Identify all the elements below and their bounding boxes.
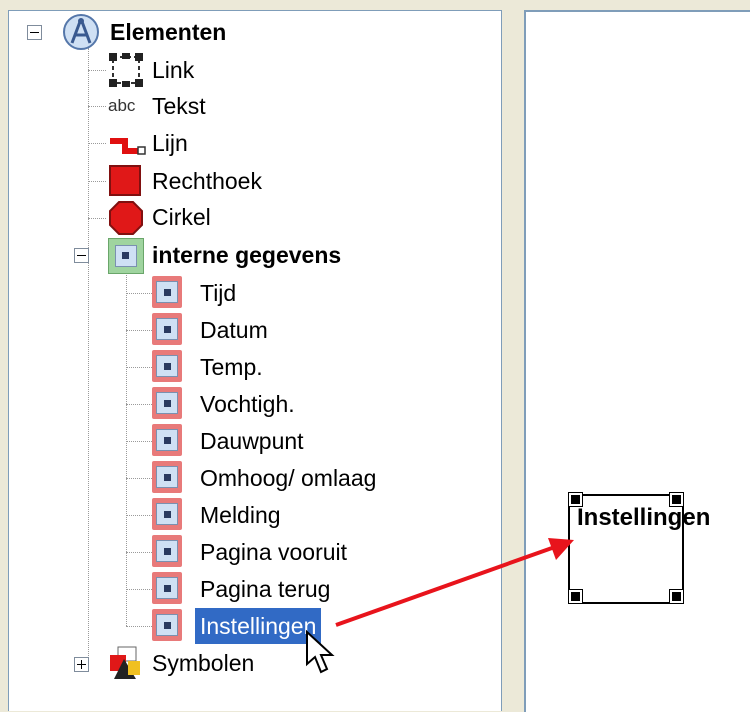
data-value-icon (152, 572, 182, 604)
design-canvas[interactable] (524, 10, 750, 712)
rectangle-icon (109, 165, 141, 196)
tree-item-cirkel[interactable]: Cirkel (152, 199, 211, 235)
tree-item-instellingen[interactable]: Instellingen (195, 608, 322, 644)
tree-item-link[interactable]: Link (152, 52, 194, 88)
tree-item-pagina-vooruit[interactable]: Pagina vooruit (200, 534, 347, 570)
collapse-root-icon[interactable] (27, 25, 42, 40)
tree-item-tijd[interactable]: Tijd (200, 275, 236, 311)
data-group-icon (108, 238, 144, 274)
tree-line (126, 270, 127, 626)
data-value-icon (152, 313, 182, 345)
data-value-icon (152, 498, 182, 530)
tree-group-interne-gegevens[interactable]: interne gegevens (152, 237, 341, 273)
tree-item-lijn[interactable]: Lijn (152, 125, 188, 161)
tree-line (88, 181, 106, 182)
data-value-icon (152, 461, 182, 493)
tree-line (126, 515, 152, 516)
tree-line (126, 626, 152, 627)
tree-line (126, 589, 152, 590)
line-icon (110, 138, 146, 155)
tree-line (88, 218, 89, 668)
tree-item-pagina-terug[interactable]: Pagina terug (200, 571, 330, 607)
text-abc-icon: abc (108, 96, 136, 115)
tree-line (126, 478, 152, 479)
circle-icon (109, 201, 143, 235)
tree-line (88, 143, 106, 144)
tree-line (126, 552, 152, 553)
expand-symbols-icon[interactable] (74, 657, 89, 672)
resize-handle[interactable] (568, 589, 583, 604)
elements-root-icon (63, 14, 99, 50)
tree-item-dauwpunt[interactable]: Dauwpunt (200, 423, 304, 459)
data-value-icon (152, 609, 182, 641)
element-label: Instellingen (577, 504, 711, 531)
tree-line (126, 330, 152, 331)
tree-line (126, 367, 152, 368)
tree-line (88, 218, 106, 219)
collapse-group-icon[interactable] (74, 248, 89, 263)
tree-item-symbolen[interactable]: Symbolen (152, 645, 254, 681)
tree-item-vochtigh[interactable]: Vochtigh. (200, 386, 295, 422)
mouse-cursor-icon (306, 630, 335, 674)
data-value-icon (152, 535, 182, 567)
tree-root-label[interactable]: Elementen (110, 14, 226, 50)
tree-line (88, 70, 106, 71)
data-value-icon (152, 350, 182, 382)
data-value-icon (152, 424, 182, 456)
tree-item-omhoog-omlaag[interactable]: Omhoog/ omlaag (200, 460, 376, 496)
tree-line (126, 441, 152, 442)
data-value-icon (152, 387, 182, 419)
tree-item-tekst[interactable]: Tekst (152, 88, 206, 124)
tree-item-datum[interactable]: Datum (200, 312, 268, 348)
tree-line (126, 404, 152, 405)
tree-line (126, 293, 152, 294)
tree-item-temp[interactable]: Temp. (200, 349, 263, 385)
tree-item-melding[interactable]: Melding (200, 497, 281, 533)
symbols-icon (110, 646, 140, 679)
tree-item-rechthoek[interactable]: Rechthoek (152, 163, 262, 199)
resize-handle[interactable] (669, 589, 684, 604)
tree-line (88, 106, 106, 107)
data-value-icon (152, 276, 182, 308)
link-frame-icon (109, 53, 143, 87)
tree-line (88, 48, 89, 218)
